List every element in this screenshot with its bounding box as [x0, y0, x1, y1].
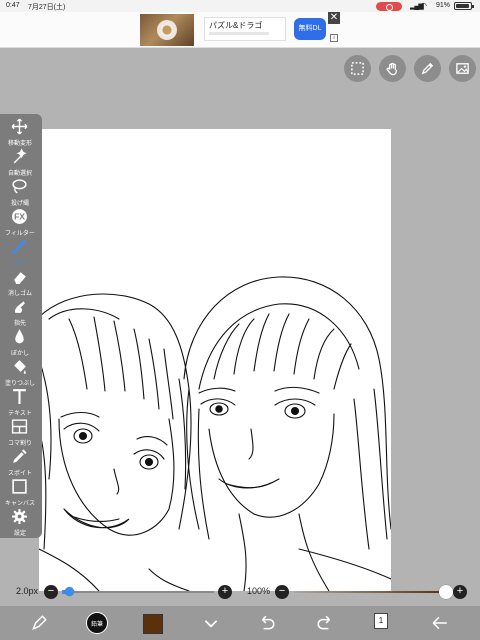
eyedropper-icon: [13, 449, 27, 463]
canvas-icon: [12, 479, 27, 494]
ad-download-button[interactable]: 無料DL: [294, 18, 326, 40]
battery-icon: [454, 2, 474, 10]
tool-move[interactable]: 移動変形: [0, 116, 42, 147]
tool-frame-divide[interactable]: コマ割り: [0, 416, 42, 447]
current-color-swatch[interactable]: [143, 614, 163, 634]
line-art-drawing: [39, 276, 391, 591]
ad-title: パズル&ドラゴ: [209, 21, 263, 30]
opacity-value: 100%: [247, 586, 271, 596]
tool-fill[interactable]: 塗りつぶし: [0, 356, 42, 387]
tool-filter[interactable]: FX フィルター: [0, 206, 42, 237]
finger-icon: [14, 301, 25, 313]
lasso-icon: [12, 179, 27, 194]
tool-lasso[interactable]: 投げ縄: [0, 176, 42, 207]
redo-icon: [317, 615, 331, 630]
ad-banner[interactable]: パズル&ドラゴ 無料DL ✕ i: [0, 12, 480, 48]
ad-choices-icon[interactable]: i: [330, 34, 338, 42]
brush-size-knob[interactable]: [64, 587, 74, 596]
image-icon: [456, 63, 469, 74]
layer-button[interactable]: 1: [374, 613, 388, 629]
hand-button[interactable]: [379, 55, 406, 82]
ad-close-icon[interactable]: ✕: [328, 12, 340, 24]
move-icon: [11, 118, 28, 135]
tool-pen[interactable]: ペン: [0, 236, 42, 267]
bucket-icon: [14, 360, 26, 374]
tool-finger[interactable]: 指先: [0, 296, 42, 327]
status-date: 7月27日(土): [28, 4, 66, 11]
drawing-canvas[interactable]: [39, 129, 391, 591]
brush-settings-icon: [32, 615, 47, 630]
eraser-icon: [14, 272, 26, 284]
tool-canvas[interactable]: キャンバス: [0, 476, 42, 507]
tool-eraser[interactable]: 消しゴム: [0, 266, 42, 297]
pencil-icon: [421, 62, 434, 75]
status-bar: 0:47 7月27日(土) ▂▄▆ ◠ 91%: [0, 0, 480, 12]
brush-type-label: 鉛筆: [90, 622, 103, 628]
bottom-bar: [0, 606, 480, 640]
chevron-down-icon: [204, 620, 218, 628]
material-button[interactable]: [449, 55, 476, 82]
tool-auto-select[interactable]: 自動選択: [0, 146, 42, 177]
text-icon: [13, 389, 26, 404]
undo-button[interactable]: [256, 612, 278, 634]
ad-subtitle-placeholder: [209, 32, 269, 35]
brush-settings-button[interactable]: [28, 612, 50, 634]
pen-mode-button[interactable]: [414, 55, 441, 82]
hand-icon: [386, 62, 397, 76]
opacity-knob[interactable]: [439, 585, 453, 599]
down-chevron-button[interactable]: [200, 612, 222, 634]
brush-size-track[interactable]: [62, 591, 214, 593]
brush-size-increase-button[interactable]: +: [218, 585, 232, 599]
battery-percent: 91%: [436, 2, 451, 9]
brush-size-decrease-button[interactable]: −: [44, 585, 58, 599]
tool-label: 設定: [13, 531, 26, 537]
tool-blur[interactable]: ぼかし: [0, 326, 42, 357]
ad-title-box[interactable]: パズル&ドラゴ: [204, 17, 286, 41]
tool-text[interactable]: テキスト: [0, 386, 42, 417]
opacity-decrease-button[interactable]: −: [275, 585, 289, 599]
arrow-left-icon: [432, 616, 447, 630]
selection-icon: [351, 62, 364, 75]
ad-thumbnail[interactable]: [140, 14, 194, 46]
selection-button[interactable]: [344, 55, 371, 82]
gear-icon: [12, 509, 27, 524]
tool-sidebar: 移動変形 自動選択 投げ縄 FX フィルター ペン 消しゴム 指先 ぼかし 塗り…: [0, 114, 42, 538]
undo-icon: [261, 615, 275, 630]
tool-eyedropper[interactable]: スポイト: [0, 446, 42, 477]
opacity-track[interactable]: [294, 591, 446, 593]
back-button[interactable]: [428, 612, 452, 634]
pen-icon: [11, 239, 27, 255]
fx-icon: FX: [12, 209, 27, 224]
opacity-increase-button[interactable]: +: [453, 585, 467, 599]
status-time: 0:47: [6, 2, 20, 9]
redo-button[interactable]: [314, 612, 336, 634]
tool-settings[interactable]: 設定: [0, 506, 42, 537]
svg-text:FX: FX: [14, 212, 25, 222]
brush-type-button[interactable]: 鉛筆: [86, 612, 108, 634]
frame-divide-icon: [11, 419, 28, 434]
brush-size-value: 2.0px: [16, 586, 39, 596]
wifi-icon: ◠: [420, 1, 427, 10]
magic-wand-icon: [13, 148, 27, 164]
blur-drop-icon: [15, 329, 24, 344]
screen-recording-icon: [376, 2, 402, 11]
